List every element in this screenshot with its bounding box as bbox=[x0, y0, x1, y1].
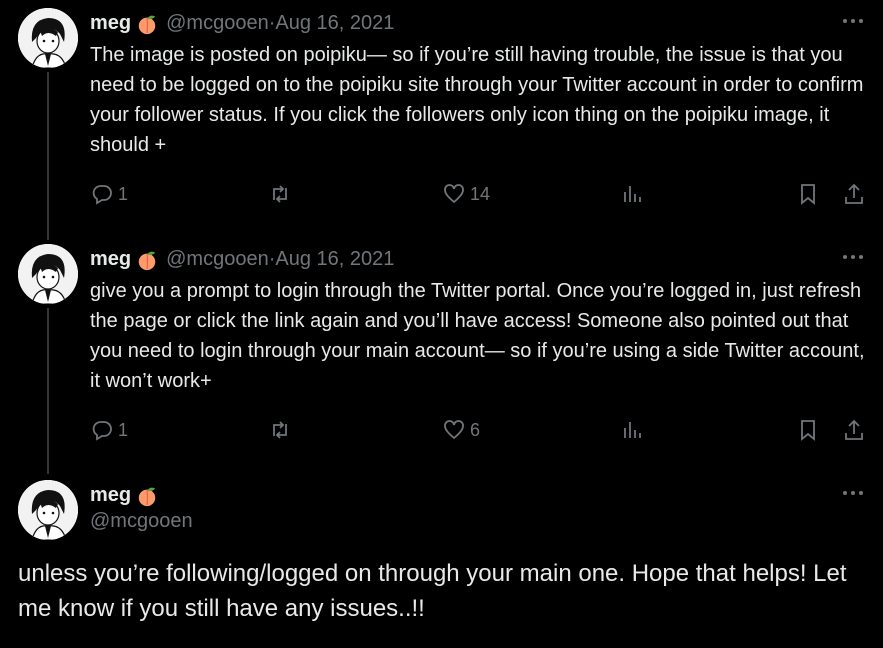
bookmark-icon bbox=[801, 184, 815, 205]
separator: · bbox=[268, 247, 276, 270]
avatar[interactable] bbox=[18, 244, 78, 304]
tweet-actions: 1 6 bbox=[90, 415, 870, 445]
main-tweet: meg @mcgooen unless you’re following/log… bbox=[0, 472, 883, 648]
views-icon bbox=[624, 422, 641, 438]
retweet-button[interactable] bbox=[268, 415, 296, 445]
tweet-actions: 1 14 bbox=[90, 179, 870, 209]
share-button[interactable] bbox=[842, 179, 870, 209]
retweet-button[interactable] bbox=[268, 179, 296, 209]
display-name[interactable]: meg bbox=[90, 12, 131, 35]
reply-icon bbox=[92, 185, 112, 205]
tweet-date[interactable]: Aug 16, 2021 bbox=[275, 12, 394, 35]
like-count: 14 bbox=[470, 183, 491, 204]
peach-emoji bbox=[136, 11, 158, 36]
views-icon bbox=[624, 186, 641, 202]
bookmark-button[interactable] bbox=[796, 415, 824, 445]
peach-icon bbox=[138, 251, 156, 271]
avatar[interactable] bbox=[18, 8, 78, 68]
views-button[interactable] bbox=[620, 179, 648, 209]
more-icon[interactable] bbox=[843, 246, 865, 266]
tweet-text: give you a prompt to login through the T… bbox=[90, 280, 865, 392]
thread-tweet[interactable]: meg @mcgooen · Aug 16, 2021 give you a p… bbox=[0, 236, 883, 472]
avatar-image bbox=[18, 480, 78, 540]
share-icon bbox=[845, 419, 863, 440]
more-icon[interactable] bbox=[843, 482, 865, 502]
peach-emoji bbox=[136, 247, 158, 272]
thread-tweet[interactable]: meg @mcgooen · Aug 16, 2021 The image is… bbox=[0, 0, 883, 236]
avatar-image bbox=[18, 8, 78, 68]
reply-button[interactable]: 1 bbox=[90, 415, 128, 445]
tweet-text: unless you’re following/logged on throug… bbox=[18, 560, 847, 622]
reply-icon bbox=[92, 421, 112, 441]
like-count: 6 bbox=[470, 419, 481, 440]
tweet-date[interactable]: Aug 16, 2021 bbox=[275, 248, 394, 271]
tweet-text: The image is posted on poipiku— so if yo… bbox=[90, 44, 864, 156]
display-name[interactable]: meg bbox=[90, 484, 131, 507]
share-button[interactable] bbox=[842, 415, 870, 445]
like-button[interactable]: 6 bbox=[442, 415, 480, 445]
display-name[interactable]: meg bbox=[90, 248, 131, 271]
retweet-icon bbox=[273, 185, 287, 203]
peach-icon bbox=[138, 487, 156, 507]
user-handle[interactable]: @mcgooen bbox=[90, 510, 193, 533]
user-handle[interactable]: @mcgooen bbox=[166, 12, 269, 35]
like-button[interactable]: 14 bbox=[442, 179, 490, 209]
views-button[interactable] bbox=[620, 415, 648, 445]
reply-count: 1 bbox=[118, 419, 129, 440]
reply-button[interactable]: 1 bbox=[90, 179, 128, 209]
reply-count: 1 bbox=[118, 183, 129, 204]
like-icon bbox=[444, 184, 464, 204]
bookmark-icon bbox=[801, 420, 815, 441]
tweet-header: meg bbox=[90, 482, 166, 508]
user-handle[interactable]: @mcgooen bbox=[166, 248, 269, 271]
peach-emoji bbox=[136, 483, 158, 508]
separator: · bbox=[268, 11, 276, 34]
share-icon bbox=[845, 183, 863, 204]
more-icon[interactable] bbox=[843, 10, 865, 30]
bookmark-button[interactable] bbox=[796, 179, 824, 209]
tweet-header: meg @mcgooen · Aug 16, 2021 bbox=[90, 246, 394, 272]
tweet-header: meg @mcgooen · Aug 16, 2021 bbox=[90, 10, 394, 36]
peach-icon bbox=[138, 15, 156, 35]
avatar[interactable] bbox=[18, 480, 78, 540]
like-icon bbox=[444, 420, 464, 440]
retweet-icon bbox=[273, 421, 287, 439]
avatar-image bbox=[18, 244, 78, 304]
